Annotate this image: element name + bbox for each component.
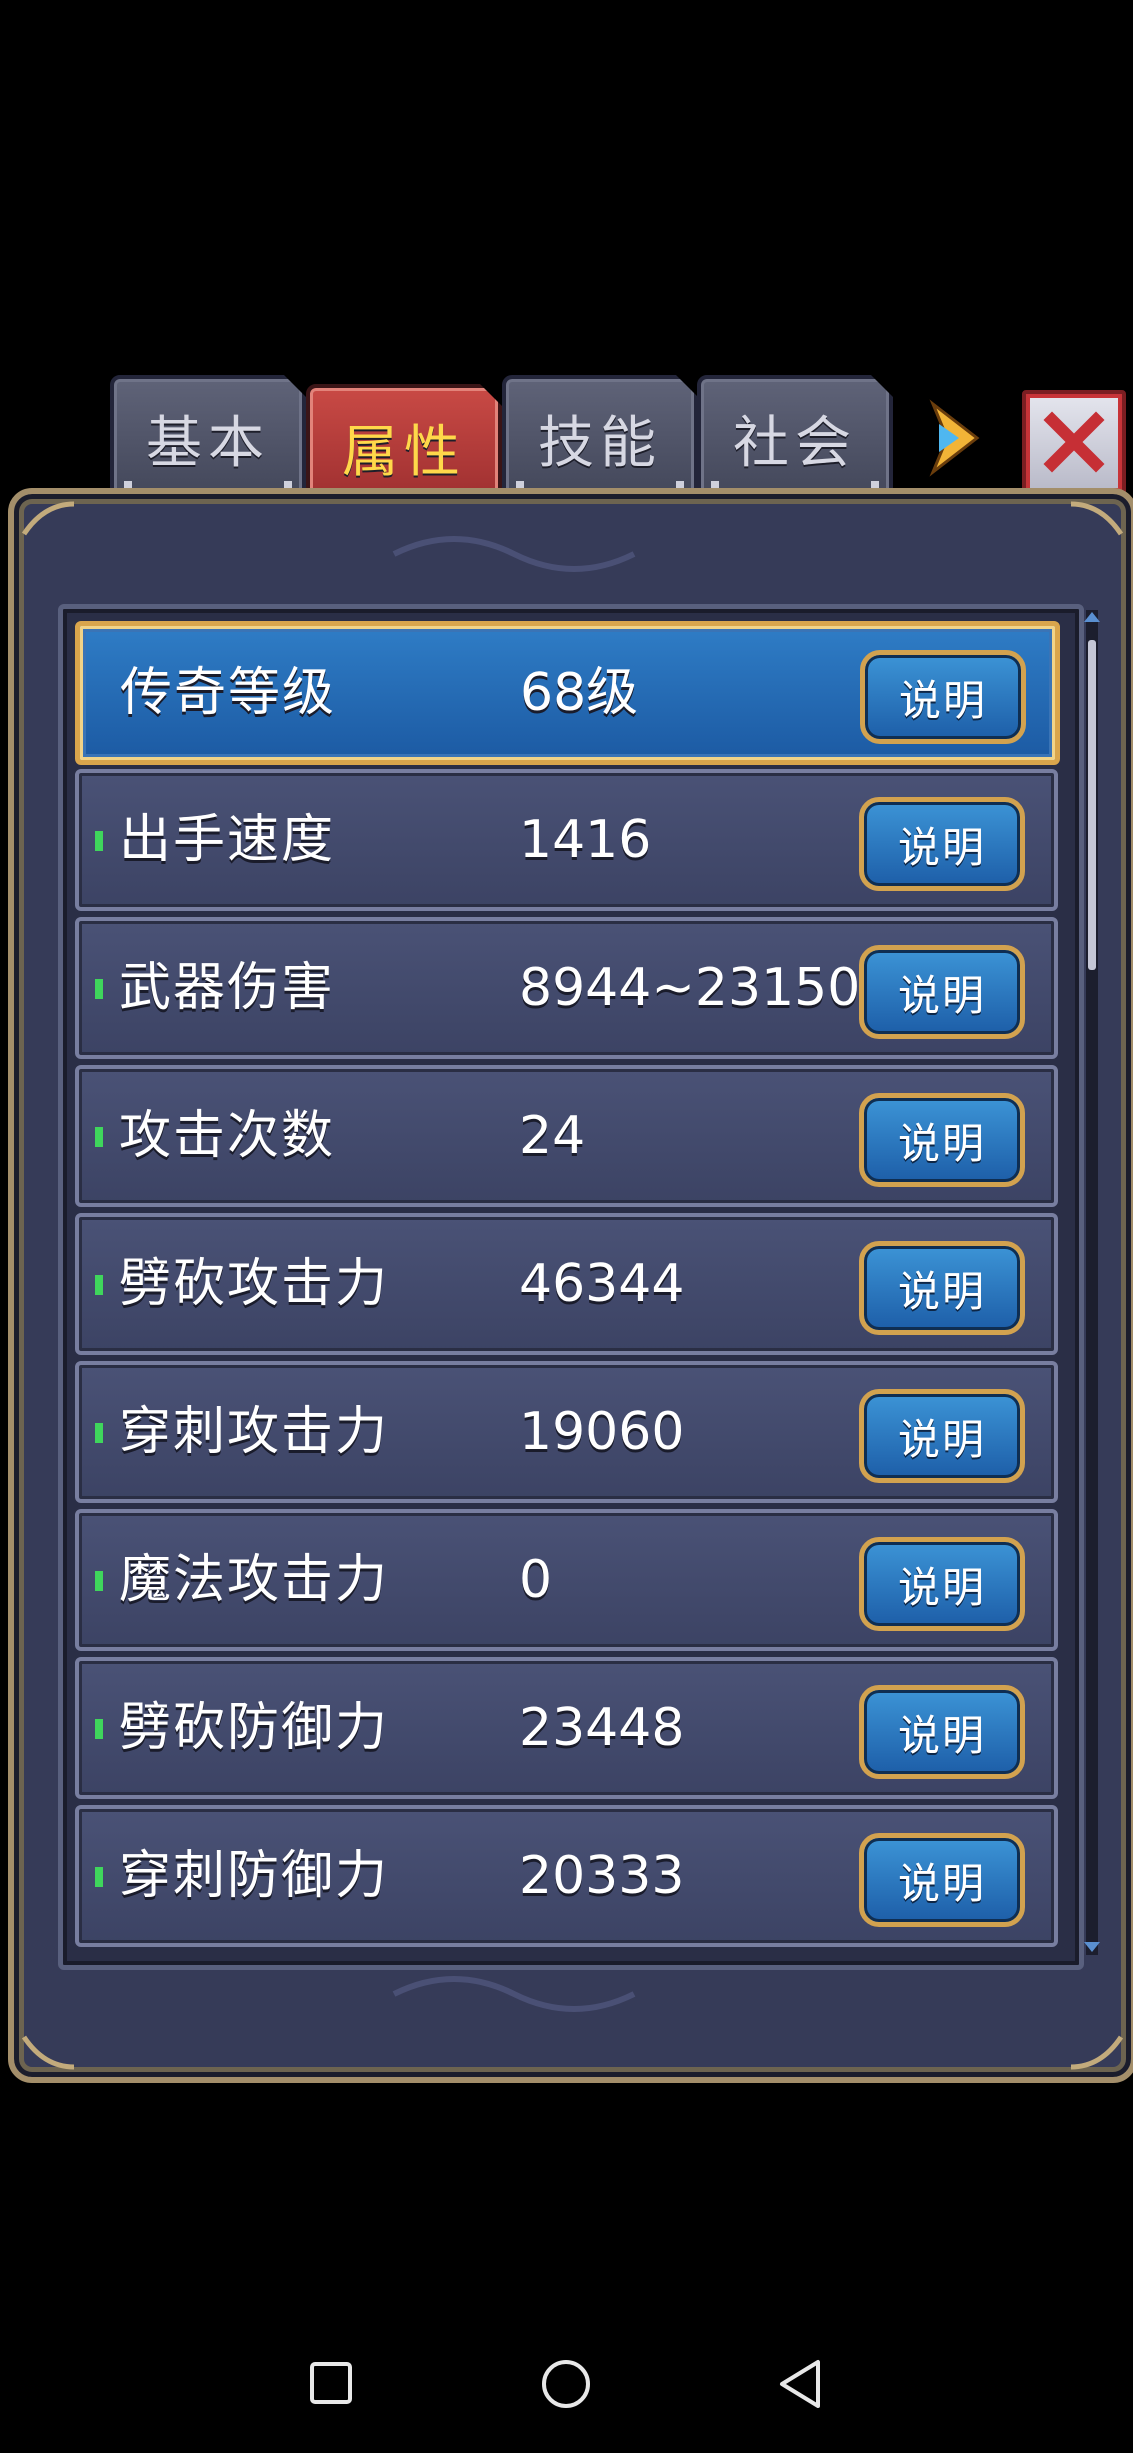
indicator-pip (95, 1719, 103, 1739)
explain-button[interactable]: 说明 (860, 650, 1026, 744)
tab-basic-label: 基本 (146, 410, 270, 476)
tab-skills[interactable]: 技能 (502, 375, 698, 501)
list-item: 武器伤害 8944~23150 说明 (75, 917, 1058, 1059)
circle-icon (542, 2360, 590, 2408)
attribute-value: 8944~23150 (519, 958, 861, 1018)
explain-button[interactable]: 说明 (859, 1093, 1025, 1187)
attribute-value: 23448 (519, 1698, 685, 1758)
indicator-pip (95, 1571, 103, 1591)
tab-skills-label: 技能 (538, 410, 662, 476)
close-button[interactable] (1022, 390, 1126, 496)
list-item: 劈砍攻击力 46344 说明 (75, 1213, 1058, 1355)
attribute-value: 20333 (519, 1846, 685, 1906)
indicator-pip (95, 1275, 103, 1295)
recent-apps-button[interactable] (308, 2360, 354, 2410)
attribute-value: 19060 (519, 1402, 685, 1462)
attribute-label: 传奇等级 (120, 663, 337, 723)
attribute-value: 0 (519, 1550, 553, 1610)
attribute-label: 出手速度 (119, 810, 336, 870)
attribute-value: 24 (519, 1106, 586, 1166)
indicator-pip (95, 1867, 103, 1887)
explain-button[interactable]: 说明 (859, 1685, 1025, 1779)
close-icon (1043, 411, 1105, 473)
scrollbar-thumb[interactable] (1088, 640, 1096, 970)
list-item: 魔法攻击力 0 说明 (75, 1509, 1058, 1651)
tab-basic[interactable]: 基本 (110, 375, 306, 501)
attribute-value: 68级 (520, 663, 639, 723)
attribute-label: 劈砍防御力 (119, 1698, 390, 1758)
indicator-pip (95, 831, 103, 851)
attribute-list[interactable]: 传奇等级 68级 说明 出手速度 1416 说明 武器伤害 8944~23150… (58, 604, 1084, 1970)
tab-social-label: 社会 (733, 410, 857, 476)
attribute-value: 1416 (519, 810, 652, 870)
tab-social[interactable]: 社会 (697, 375, 893, 501)
list-item: 传奇等级 68级 说明 (75, 621, 1060, 765)
indicator-pip (95, 1127, 103, 1147)
attribute-label: 魔法攻击力 (119, 1550, 390, 1610)
list-item: 攻击次数 24 说明 (75, 1065, 1058, 1207)
next-tab-arrow-icon[interactable] (925, 398, 985, 478)
home-button[interactable] (538, 2356, 594, 2416)
scroll-up-icon[interactable] (1084, 612, 1100, 622)
back-button[interactable] (776, 2358, 826, 2414)
indicator-pip (95, 979, 103, 999)
list-item: 穿刺攻击力 19060 说明 (75, 1361, 1058, 1503)
attribute-label: 攻击次数 (119, 1106, 336, 1166)
attribute-label: 穿刺攻击力 (119, 1402, 390, 1462)
attribute-label: 劈砍攻击力 (119, 1254, 390, 1314)
attribute-label: 武器伤害 (119, 958, 336, 1018)
square-icon (310, 2362, 352, 2404)
explain-button[interactable]: 说明 (859, 945, 1025, 1039)
tab-attributes-label: 属性 (342, 419, 466, 485)
explain-button[interactable]: 说明 (859, 1537, 1025, 1631)
attribute-label: 穿刺防御力 (119, 1846, 390, 1906)
attribute-value: 46344 (519, 1254, 685, 1314)
explain-button[interactable]: 说明 (859, 797, 1025, 891)
explain-button[interactable]: 说明 (859, 1389, 1025, 1483)
scroll-down-icon[interactable] (1084, 1942, 1100, 1952)
explain-button[interactable]: 说明 (859, 1241, 1025, 1335)
list-item: 出手速度 1416 说明 (75, 769, 1058, 911)
explain-button[interactable]: 说明 (859, 1833, 1025, 1927)
list-item: 劈砍防御力 23448 说明 (75, 1657, 1058, 1799)
list-item: 穿刺防御力 20333 说明 (75, 1805, 1058, 1947)
back-triangle-icon (780, 2360, 820, 2408)
indicator-pip (95, 1423, 103, 1443)
